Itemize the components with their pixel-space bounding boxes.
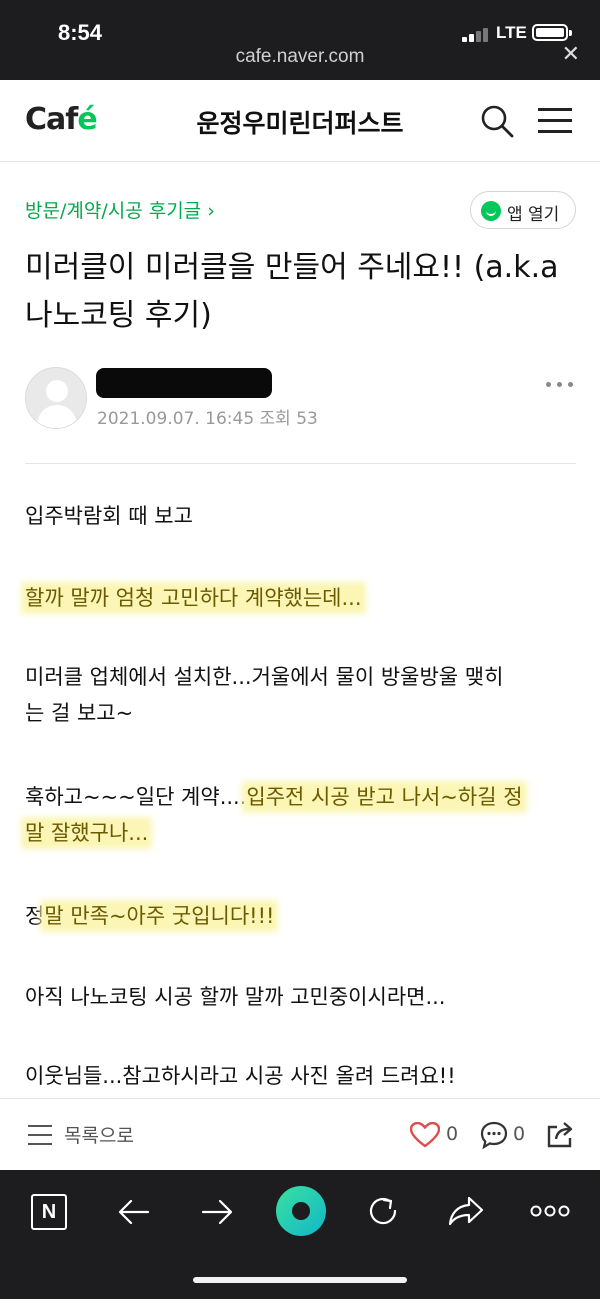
comment-count: 0 bbox=[513, 1123, 526, 1145]
article-meta: 2021.09.07. 16:45 조회 53 bbox=[97, 404, 318, 429]
signal-icon bbox=[462, 28, 492, 42]
body-paragraph: 입주박람회 때 보고 bbox=[25, 504, 193, 528]
highlighted-text: 입주전 시공 받고 나서~하길 정 bbox=[246, 785, 523, 809]
search-icon[interactable] bbox=[480, 104, 514, 138]
heart-icon[interactable] bbox=[410, 1122, 440, 1148]
network-label: LTE bbox=[496, 23, 527, 42]
forward-arrow-icon[interactable] bbox=[201, 1196, 233, 1228]
highlighted-text: 말 잘했구나... bbox=[25, 821, 149, 845]
home-indicator[interactable] bbox=[193, 1277, 407, 1283]
article-action-bar: 목록으로 0 0 bbox=[0, 1098, 600, 1170]
author-name-redacted[interactable]: 100​​ bbox=[96, 368, 272, 398]
naver-n-icon[interactable]: N bbox=[31, 1194, 67, 1230]
cafe-header: Café 운정우미린더퍼스트 bbox=[0, 80, 600, 162]
body-paragraph: 훅하고~~~일단 계약....입주전 시공 받고 나서~하길 정 말 잘했구나.… bbox=[25, 785, 523, 845]
menu-icon[interactable] bbox=[538, 108, 572, 134]
article-date: 2021.09.07. 16:45 bbox=[97, 409, 255, 429]
close-icon[interactable]: ✕ bbox=[562, 42, 580, 67]
refresh-icon[interactable] bbox=[366, 1194, 400, 1228]
status-time: 8:54 bbox=[58, 20, 103, 45]
naver-cafe-icon bbox=[481, 201, 501, 221]
more-dots-icon[interactable] bbox=[530, 1204, 570, 1218]
avatar[interactable] bbox=[25, 367, 87, 429]
highlighted-text: 할까 말까 엄청 고민하다 계약했는데... bbox=[25, 586, 362, 610]
article-title: 미러클이 미러클을 만들어 주네요!! (a.k.a 나노코팅 후기) bbox=[25, 250, 559, 333]
like-count: 0 bbox=[446, 1123, 459, 1145]
list-icon[interactable] bbox=[28, 1125, 52, 1145]
comment-icon[interactable] bbox=[480, 1121, 508, 1149]
app-open-label: 앱 열기 bbox=[507, 205, 560, 225]
url-label[interactable]: cafe.naver.com bbox=[0, 46, 600, 68]
category-link[interactable]: 방문/계약/시공 후기글 › bbox=[25, 196, 215, 223]
body-paragraph: 정말 만족~아주 굿입니다!!! bbox=[25, 904, 275, 928]
green-dot-icon[interactable] bbox=[276, 1186, 326, 1236]
body-paragraph: 할까 말까 엄청 고민하다 계약했는데... bbox=[25, 580, 580, 616]
body-paragraph: 이웃님들...참고하시라고 시공 사진 올려 드려요!! bbox=[25, 1064, 456, 1088]
divider bbox=[25, 463, 576, 464]
share-icon[interactable] bbox=[545, 1119, 575, 1149]
share-arrow-icon[interactable] bbox=[448, 1195, 484, 1227]
status-bar: 8:54 LTE cafe.naver.com ✕ bbox=[0, 0, 600, 80]
back-to-list-button[interactable]: 목록으로 bbox=[64, 1121, 134, 1148]
body-paragraph: 아직 나노코팅 시공 할까 말까 고민중이시라면... bbox=[25, 985, 446, 1009]
app-open-button[interactable]: 앱 열기 bbox=[470, 191, 576, 229]
more-options-icon[interactable] bbox=[546, 382, 574, 388]
battery-icon bbox=[532, 24, 572, 41]
back-arrow-icon[interactable] bbox=[118, 1196, 150, 1228]
highlighted-text: 말 만족~아주 굿입니다!!! bbox=[44, 904, 275, 928]
body-paragraph: 미러클 업체에서 설치한...거울에서 물이 방울방울 맺히 는 걸 보고~ bbox=[25, 665, 504, 725]
view-count: 조회 53 bbox=[259, 409, 318, 429]
